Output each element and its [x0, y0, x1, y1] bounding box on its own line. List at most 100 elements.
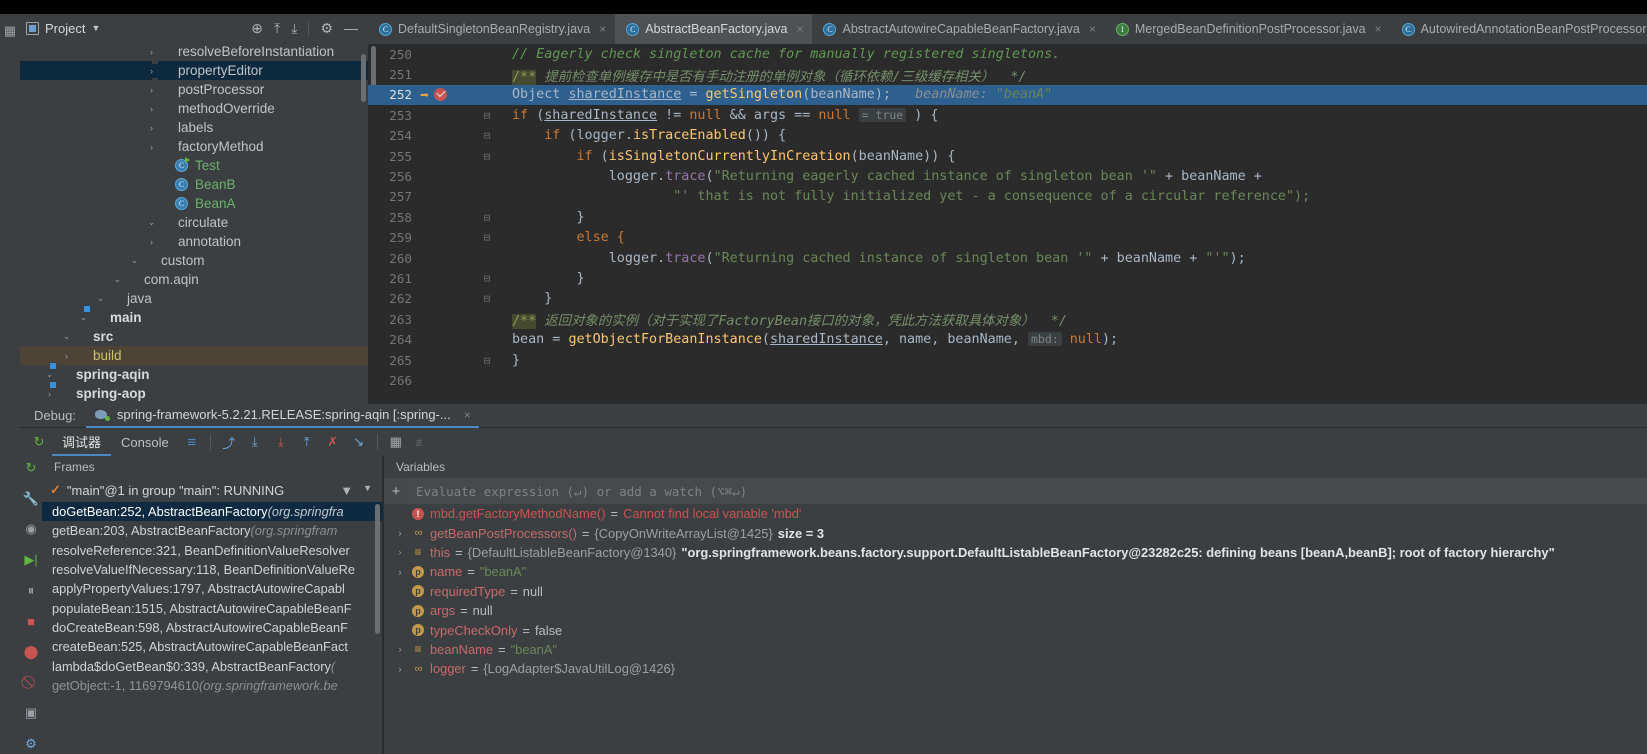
evaluate-expression-input[interactable]: Evaluate expression (↵) or add a watch (…	[408, 478, 1647, 504]
frame-row[interactable]: resolveValueIfNecessary:118, BeanDefinit…	[42, 560, 382, 579]
frames-list[interactable]: doGetBean:252, AbstractBeanFactory (org.…	[42, 502, 382, 754]
editor-tab-bar[interactable]: C DefaultSingletonBeanRegistry.java × C Abst…	[368, 14, 1647, 44]
tab-debugger[interactable]: 调试器	[52, 428, 112, 456]
frames-scrollbar[interactable]	[375, 504, 380, 634]
frame-row[interactable]: getBean:203, AbstractBeanFactory (org.sp…	[42, 521, 382, 540]
add-watch-button[interactable]: +	[384, 483, 408, 500]
tree-item-circulate[interactable]: ⌄ circulate	[20, 213, 368, 232]
variable-row[interactable]: › p name = "beanA"	[384, 562, 1647, 581]
gutter[interactable]: ➡	[416, 86, 472, 104]
tree-item-main[interactable]: ⌄ main	[20, 308, 368, 327]
tree-item-factoryMethod[interactable]: › factoryMethod	[20, 137, 368, 156]
gear-icon[interactable]: ⚙	[320, 20, 333, 37]
chevron-right-icon[interactable]: ›	[145, 47, 158, 57]
stop-icon[interactable]: ■	[20, 611, 42, 632]
frame-row[interactable]: createBean:525, AbstractAutowireCapableB…	[42, 637, 382, 656]
frame-row[interactable]: resolveReference:321, BeanDefinitionValu…	[42, 541, 382, 560]
chevron-down-icon[interactable]: ⌄	[111, 274, 124, 285]
locate-icon[interactable]: ⊕	[251, 20, 263, 37]
tree-item-com-aqin[interactable]: ⌄ com.aqin	[20, 270, 368, 289]
editor-tab-AbstractBeanFactory[interactable]: C AbstractBeanFactory.java ×	[615, 14, 813, 44]
hide-panel-icon[interactable]: —	[344, 20, 358, 36]
chevron-right-icon[interactable]: ›	[43, 389, 56, 399]
chevron-right-icon[interactable]: ›	[145, 142, 158, 152]
tree-item-propertyEditor[interactable]: › propertyEditor	[20, 61, 368, 80]
frame-row[interactable]: populateBean:1515, AbstractAutowireCapab…	[42, 598, 382, 617]
frame-row[interactable]: doCreateBean:598, AbstractAutowireCapabl…	[42, 618, 382, 637]
chevron-right-icon[interactable]: ›	[394, 644, 406, 654]
chevron-down-icon[interactable]: ⌄	[43, 369, 56, 380]
editor-tab-AbstractAutowireCapableBeanFactory[interactable]: C AbstractAutowireCapableBeanFactory.java…	[812, 14, 1104, 44]
rail-project-icon[interactable]: ▦	[0, 14, 20, 48]
variables-list[interactable]: ›! mbd.getFactoryMethodName() = Cannot fi…	[384, 504, 1647, 754]
frame-row[interactable]: applyPropertyValues:1797, AbstractAutowi…	[42, 579, 382, 598]
project-tree-scrollbar[interactable]	[361, 54, 366, 102]
force-step-into-icon[interactable]: ⤓	[268, 428, 294, 456]
tree-item-java[interactable]: ⌄ java	[20, 289, 368, 308]
expand-all-icon[interactable]: ⤒	[274, 20, 280, 37]
breakpoint-icon[interactable]	[434, 88, 448, 102]
pause-icon[interactable]: ⏸	[20, 580, 42, 601]
wrench-icon[interactable]: 🔧	[20, 489, 42, 510]
run-to-cursor-icon[interactable]: ↘	[346, 428, 372, 456]
chevron-right-icon[interactable]: ›	[145, 66, 158, 76]
resume-icon[interactable]: ▶|	[20, 550, 42, 571]
tree-item-BeanB[interactable]: ›C BeanB	[20, 175, 368, 194]
chevron-right-icon[interactable]: ›	[394, 528, 406, 538]
tree-item-BeanA[interactable]: ›C BeanA	[20, 194, 368, 213]
fold-marker[interactable]: ⊟	[472, 292, 502, 305]
chevron-right-icon[interactable]: ›	[394, 509, 406, 519]
close-icon[interactable]: ×	[796, 22, 803, 36]
gear-icon[interactable]: ⚙	[20, 733, 42, 754]
mute-breakpoints-icon[interactable]: ⃠	[20, 672, 42, 693]
camera-icon[interactable]: ▣	[20, 703, 42, 724]
rerun-icon[interactable]: ↻	[26, 428, 52, 456]
variable-row[interactable]: › ∞ getBeanPostProcessors() = {CopyOnWrite…	[384, 523, 1647, 542]
tree-item-annotation[interactable]: › annotation	[20, 232, 368, 251]
variable-row[interactable]: › ∞ logger = {LogAdapter$JavaUtilLog@1426}	[384, 659, 1647, 678]
chevron-down-icon[interactable]: ⌄	[128, 255, 141, 266]
fold-marker[interactable]: ⊟	[472, 129, 502, 142]
tree-item-resolveBeforeInstantiation[interactable]: › resolveBeforeInstantiation	[20, 42, 368, 61]
chevron-down-icon[interactable]: ▼	[91, 23, 100, 33]
tree-item-labels[interactable]: › labels	[20, 118, 368, 137]
variable-row[interactable]: › p requiredType = null	[384, 582, 1647, 601]
chevron-right-icon[interactable]: ›	[162, 180, 175, 190]
tree-item-postProcessor[interactable]: › postProcessor	[20, 80, 368, 99]
step-over-icon[interactable]: ⤴	[216, 428, 242, 456]
chevron-right-icon[interactable]: ›	[394, 625, 406, 635]
chevron-right-icon[interactable]: ›	[60, 351, 73, 361]
step-out-icon[interactable]: ⤒	[294, 428, 320, 456]
tree-item-methodOverride[interactable]: › methodOverride	[20, 99, 368, 118]
tree-item-build[interactable]: › build	[20, 346, 368, 365]
debug-session-tab[interactable]: spring-framework-5.2.21.RELEASE:spring-a…	[85, 404, 479, 428]
thread-selector[interactable]: ✓ "main"@1 in group "main": RUNNING ▼ ▼	[42, 478, 382, 502]
tree-item-spring-aqin[interactable]: ⌄ spring-aqin	[20, 365, 368, 384]
project-tree[interactable]: › resolveBeforeInstantiation › propertyEdit…	[20, 42, 368, 404]
tab-console[interactable]: Console	[111, 428, 179, 456]
mute-breakpoints-icon[interactable]: ≢	[409, 428, 435, 456]
filter-icon[interactable]: ▼	[340, 483, 353, 498]
eye-icon[interactable]: ◉	[20, 519, 42, 540]
tree-item-spring-aop[interactable]: › spring-aop	[20, 384, 368, 403]
chevron-right-icon[interactable]: ›	[394, 586, 406, 596]
chevron-down-icon[interactable]: ⌄	[77, 312, 90, 323]
fold-marker[interactable]: ⊟	[472, 272, 502, 285]
chevron-right-icon[interactable]: ›	[394, 567, 406, 577]
code-editor[interactable]: 250 // Eagerly check singleton cache for…	[368, 44, 1647, 404]
drop-frame-icon[interactable]: ✗	[320, 428, 346, 456]
chevron-down-icon[interactable]: ⌄	[145, 217, 158, 228]
close-icon[interactable]: ×	[464, 408, 471, 422]
tree-item-custom[interactable]: ⌄ custom	[20, 251, 368, 270]
variable-row[interactable]: › pargs = null	[384, 601, 1647, 620]
fold-marker[interactable]: ⊟	[472, 231, 502, 244]
tree-item-src[interactable]: ⌄ src	[20, 327, 368, 346]
chevron-right-icon[interactable]: ›	[145, 123, 158, 133]
variable-row[interactable]: › ≡ beanName = "beanA"	[384, 640, 1647, 659]
chevron-right-icon[interactable]: ›	[145, 85, 158, 95]
variable-row[interactable]: ›! mbd.getFactoryMethodName() = Cannot fi…	[384, 504, 1647, 523]
evaluate-icon[interactable]: ▦	[383, 428, 409, 456]
variable-row[interactable]: › ≡ this = {DefaultListableBeanFactory@134…	[384, 543, 1647, 562]
variable-row[interactable]: › p typeCheckOnly = false	[384, 620, 1647, 639]
step-into-icon[interactable]: ⤓	[242, 428, 268, 456]
